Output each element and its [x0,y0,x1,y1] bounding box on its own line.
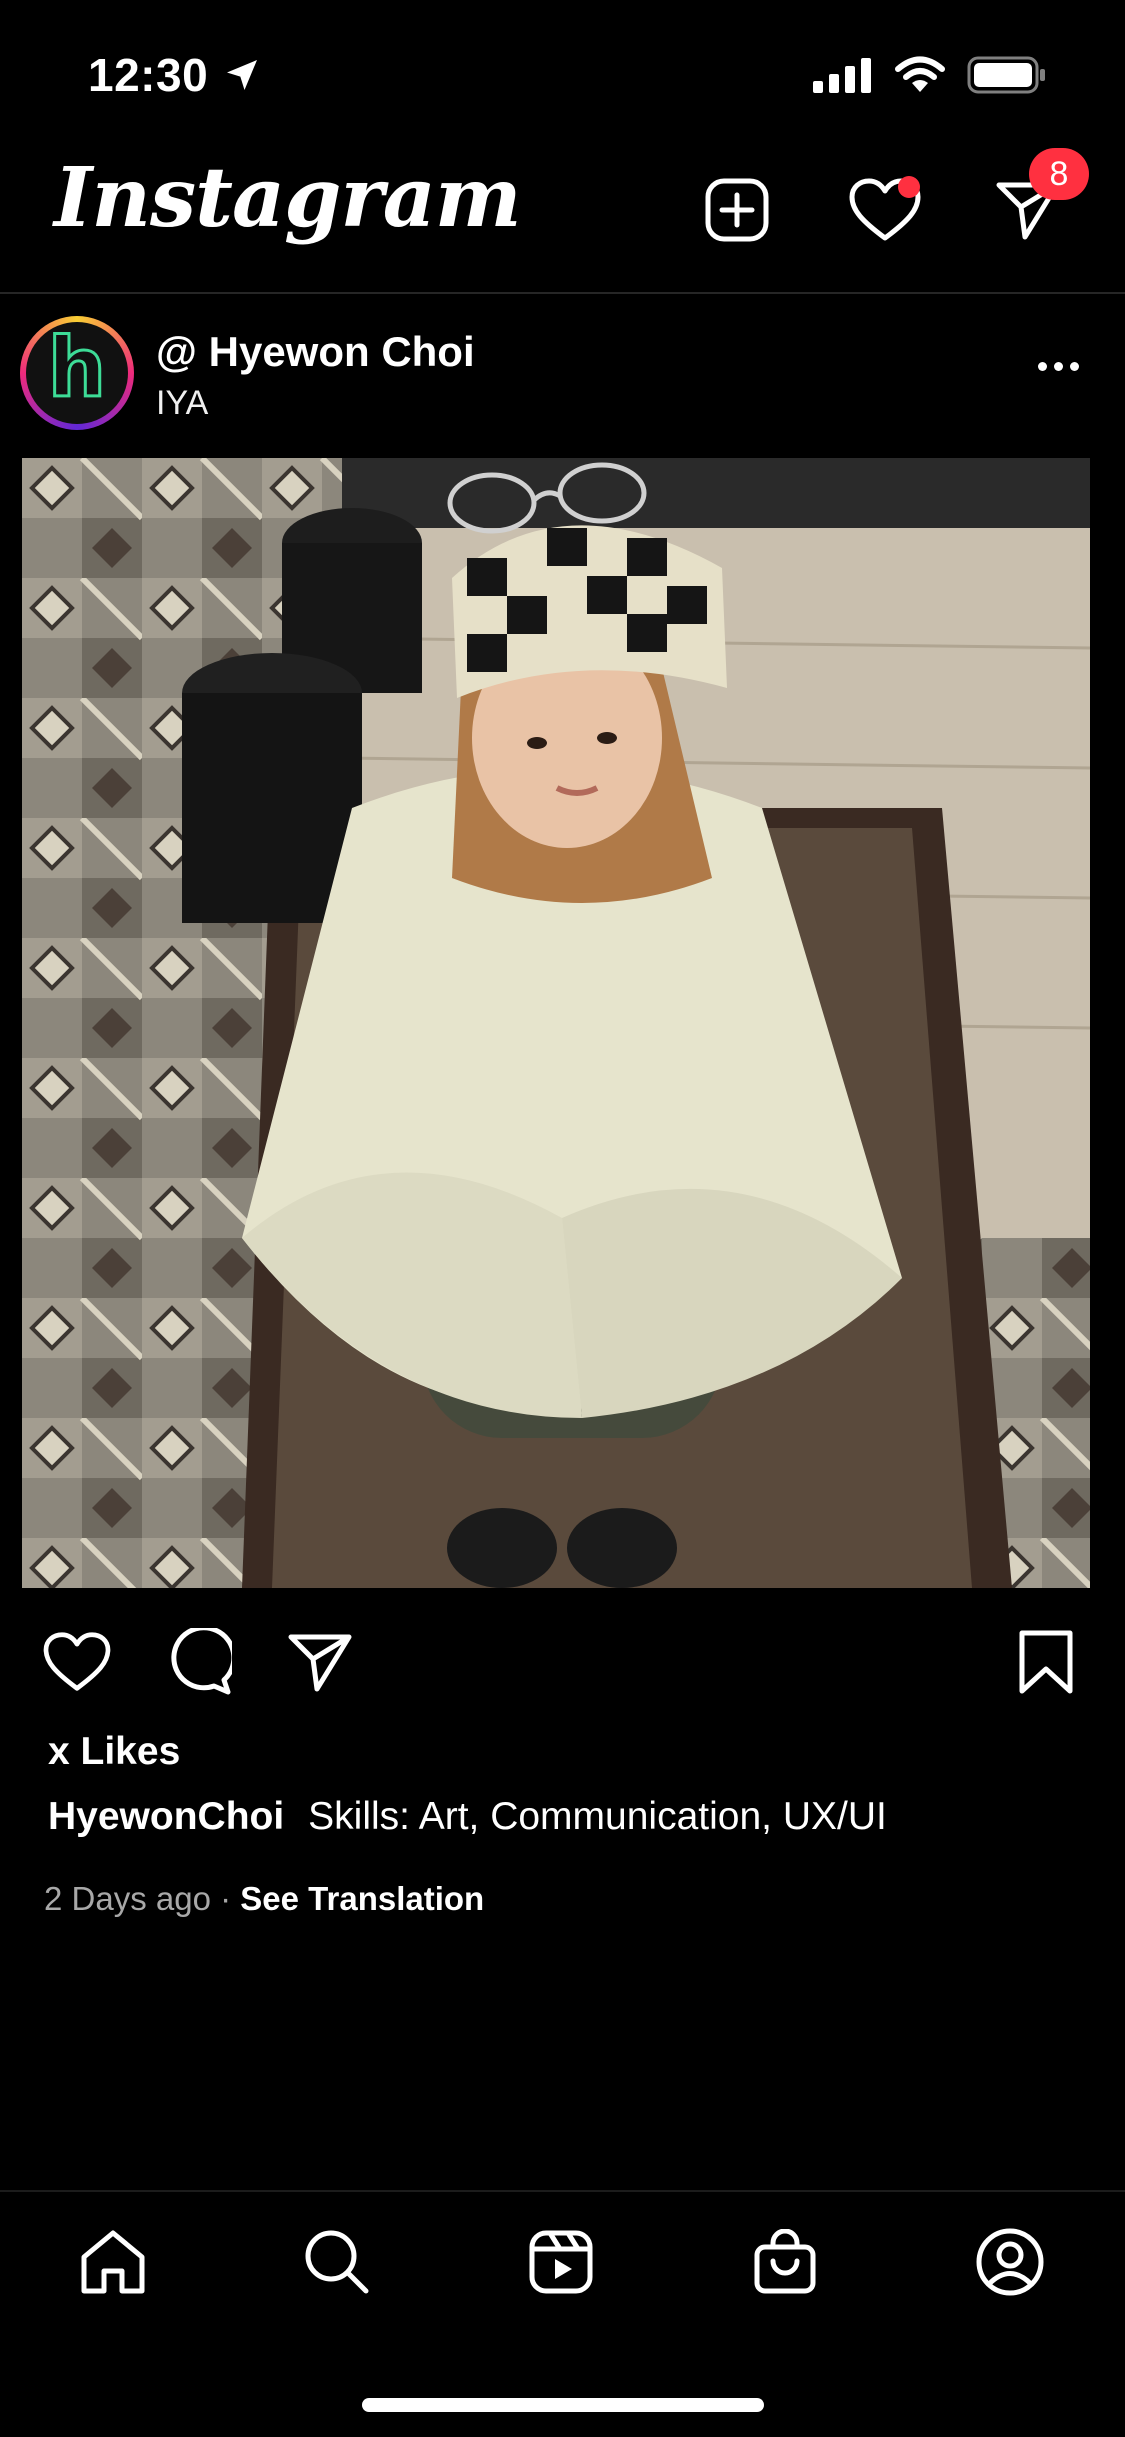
home-icon [81,2230,145,2294]
comment-icon [171,1628,232,1695]
tab-home[interactable] [73,2222,153,2302]
home-indicator[interactable] [362,2398,764,2412]
cellular-signal-icon [813,58,871,93]
status-time: 12:30 [88,48,262,102]
share-button[interactable] [280,1622,360,1702]
battery-icon [967,56,1045,94]
search-icon [305,2230,369,2294]
comment-button[interactable] [158,1622,238,1702]
heart-icon [43,1632,111,1691]
messages-badge: 8 [1029,148,1089,200]
caption-username[interactable]: HyewonChoi [48,1795,284,1838]
caption-text: Skills: Art, Communication, UX/UI [308,1795,887,1838]
status-icons [813,56,1047,94]
more-dot-icon [1038,362,1047,371]
more-options-button[interactable] [1038,362,1079,371]
wifi-icon [895,56,945,92]
post-caption: HyewonChoi Skills: Art, Communication, UX… [48,1795,887,1839]
see-translation-link[interactable]: See Translation [240,1880,484,1917]
header-divider [0,292,1125,294]
meta-separator: · [220,1880,232,1917]
post-photo[interactable] [22,458,1090,1588]
tab-search[interactable] [297,2222,377,2302]
post-photo-illustration [22,458,1090,1588]
avatar-letter: h [46,321,107,416]
post-time: 2 Days ago [44,1880,211,1917]
location-arrow-icon [227,60,258,90]
post-meta: 2 Days ago · See Translation [44,1880,484,1918]
new-post-button[interactable] [697,170,777,250]
like-button[interactable] [37,1622,117,1702]
plus-square-icon [705,178,769,242]
tab-profile[interactable] [970,2222,1050,2302]
avatar-inner: h [26,322,128,424]
profile-icon [976,2228,1044,2296]
post-subtitle[interactable]: IYA [156,384,208,423]
post-username[interactable]: @ Hyewon Choi [156,328,475,376]
shop-icon [754,2229,816,2294]
save-button[interactable] [1006,1622,1086,1702]
clock-label: 12:30 [88,49,209,101]
share-icon [288,1634,352,1692]
tab-shop[interactable] [745,2222,825,2302]
bookmark-icon [1019,1630,1073,1694]
likes-count[interactable]: x Likes [48,1730,180,1774]
tab-bar-divider [0,2190,1125,2192]
tab-reels[interactable] [521,2222,601,2302]
reels-icon [529,2230,593,2294]
more-dot-icon [1054,362,1063,371]
activity-notification-dot [898,176,920,198]
instagram-logo[interactable]: Instagram [54,150,522,246]
more-dot-icon [1070,362,1079,371]
avatar[interactable]: h [20,316,134,430]
